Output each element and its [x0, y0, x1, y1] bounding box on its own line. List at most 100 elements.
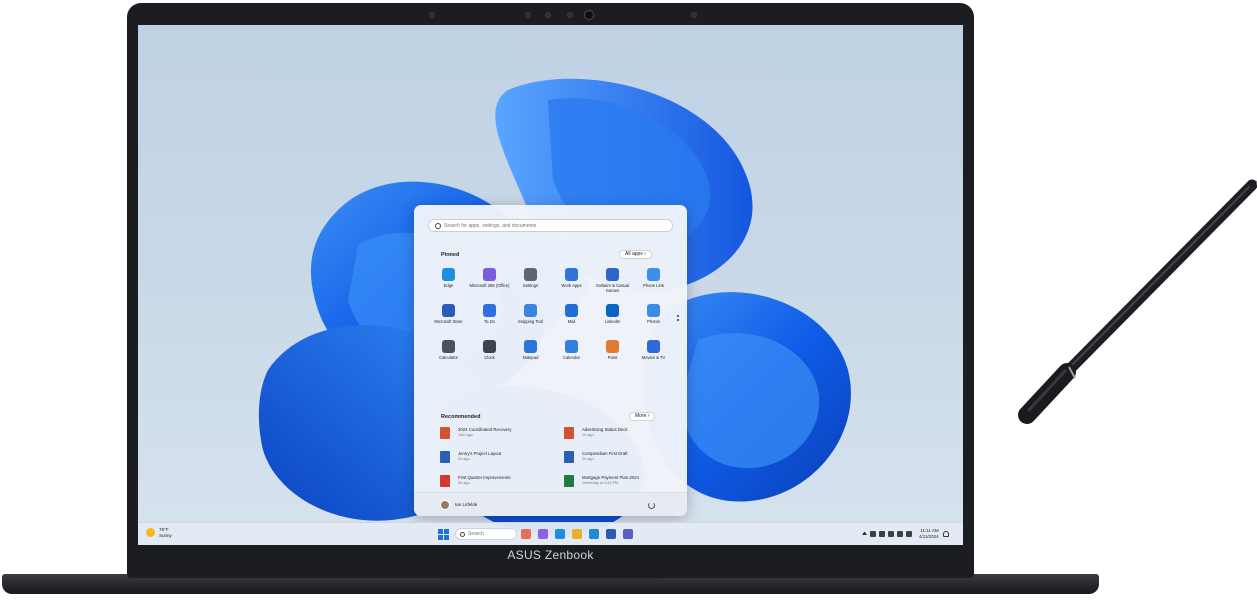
gear-icon: [524, 268, 537, 281]
start-search-input[interactable]: [444, 222, 664, 229]
recommended-item[interactable]: Jenny's Project Layout 2h ago: [440, 451, 564, 467]
pinned-app-label: Microsoft 365 (Office): [469, 283, 510, 288]
product-photo: Pinned All apps › Edge Microsoft 365 (Off…: [0, 0, 1257, 601]
sun-icon: [146, 528, 155, 537]
taskbar-search-box[interactable]: [455, 528, 517, 540]
file-explorer-icon[interactable]: [572, 529, 582, 539]
pinned-app[interactable]: Notepad: [510, 340, 551, 372]
desktop-screen: Pinned All apps › Edge Microsoft 365 (Off…: [138, 25, 963, 545]
clock-date: 4/11/2024: [919, 533, 939, 539]
copilot-icon[interactable]: [538, 529, 548, 539]
chevron-up-icon[interactable]: [862, 532, 867, 535]
pinned-app[interactable]: Mail: [551, 304, 592, 336]
recommended-item[interactable]: Advertising Status Deck 1h ago: [564, 427, 680, 443]
apps-folder-icon: [565, 268, 578, 281]
pinned-app[interactable]: Phone Link: [633, 268, 674, 300]
pinned-app[interactable]: Snipping Tool: [510, 304, 551, 336]
recommended-time: Yesterday at 4:24 PM: [582, 481, 619, 485]
pinned-app-label: LinkedIn: [604, 319, 621, 324]
power-icon[interactable]: [648, 502, 655, 509]
windows-start-icon[interactable]: [438, 528, 449, 540]
pinned-app-label: To Do: [484, 319, 495, 324]
pinned-page-indicator[interactable]: [677, 315, 680, 323]
recommended-heading: Recommended: [441, 414, 481, 420]
pinned-heading: Pinned: [441, 252, 460, 258]
clock-icon: [483, 340, 496, 353]
recommended-item[interactable]: 2024 Coordinated Recovery 10m ago: [440, 427, 564, 443]
pinned-app[interactable]: Edge: [428, 268, 469, 300]
notepad-icon: [524, 340, 537, 353]
onedrive-icon[interactable]: [879, 530, 885, 537]
browser-icon[interactable]: [589, 529, 599, 539]
recommended-time: 6h ago: [458, 481, 470, 485]
pinned-app[interactable]: Settings: [510, 268, 551, 300]
pinned-app[interactable]: Microsoft Store: [428, 304, 469, 336]
mail-icon: [565, 304, 578, 317]
paint-icon: [606, 340, 619, 353]
battery-icon[interactable]: [906, 530, 912, 537]
excel-file-icon: [564, 475, 574, 487]
pinned-app-label: Photos: [646, 319, 661, 324]
edge-icon: [442, 268, 455, 281]
more-button[interactable]: More ›: [629, 412, 656, 421]
calculator-icon: [442, 340, 455, 353]
taskbar: 78°F Sunny Search 11:11 AM 4/11/2024: [138, 522, 963, 545]
film-icon: [647, 340, 660, 353]
recommended-list: 2024 Coordinated Recovery 10m ago Advertis…: [440, 427, 680, 491]
pinned-app[interactable]: Calculator: [428, 340, 469, 372]
recommended-item[interactable]: Compendium First Draft 2h ago: [564, 451, 680, 467]
pinned-app-label: Notepad: [522, 355, 539, 360]
pinned-app-label: Phone Link: [643, 283, 664, 288]
wifi-icon[interactable]: [888, 530, 894, 537]
pinned-app[interactable]: Work Apps: [551, 268, 592, 300]
weather-widget[interactable]: 78°F Sunny: [146, 527, 172, 538]
widgets-icon[interactable]: [521, 529, 531, 539]
recommended-time: 2h ago: [582, 457, 594, 461]
word-file-icon: [564, 451, 574, 463]
start-search-box[interactable]: [428, 219, 673, 232]
sensor-dot: [429, 12, 435, 18]
pinned-app-label: Paint: [607, 355, 618, 360]
checkmark-icon: [483, 304, 496, 317]
avatar[interactable]: [440, 500, 450, 510]
edge-icon[interactable]: [555, 529, 565, 539]
powerpoint-file-icon: [564, 427, 574, 439]
pinned-app-label: Solitaire & Casual Games: [595, 283, 630, 293]
pinned-app[interactable]: Calendar: [551, 340, 592, 372]
pinned-app[interactable]: Paint: [592, 340, 633, 372]
search-icon: [435, 222, 441, 229]
brand-logo: ASUS Zenbook: [507, 548, 594, 562]
pinned-app-label: Calculator: [439, 355, 458, 360]
sensor-dot: [545, 12, 551, 18]
all-apps-button[interactable]: All apps ›: [619, 250, 652, 259]
volume-icon[interactable]: [897, 530, 903, 537]
pinned-app[interactable]: Solitaire & Casual Games: [592, 268, 633, 300]
cloud-icon[interactable]: [870, 530, 876, 537]
store-icon[interactable]: [606, 529, 616, 539]
pinned-app[interactable]: Photos: [633, 304, 674, 336]
recommended-item[interactable]: Mortgage Payment Plan 2024 Yesterday at 4…: [564, 475, 680, 491]
taskbar-search-input[interactable]: [468, 531, 512, 537]
clock[interactable]: 11:11 AM 4/11/2024: [919, 528, 939, 539]
clock-time: 11:11 AM: [920, 528, 939, 533]
word-file-icon: [440, 451, 450, 463]
teams-icon[interactable]: [623, 529, 633, 539]
pinned-app[interactable]: Clock: [469, 340, 510, 372]
user-name[interactable]: Ian Lirfelde: [455, 502, 477, 507]
notification-bell-icon[interactable]: [942, 530, 949, 537]
camera-bar: [127, 9, 974, 21]
pinned-app[interactable]: Movies & TV: [633, 340, 674, 372]
taskbar-center: [438, 528, 640, 540]
pinned-app[interactable]: To Do: [469, 304, 510, 336]
cards-icon: [606, 268, 619, 281]
pinned-app[interactable]: LinkedIn: [592, 304, 633, 336]
pinned-app[interactable]: Microsoft 365 (Office): [469, 268, 510, 300]
pinned-apps-grid: Edge Microsoft 365 (Office) Settings Work A…: [428, 268, 676, 372]
pinned-app-label: Work Apps: [561, 283, 582, 288]
photos-icon: [647, 304, 660, 317]
pinned-app-label: Microsoft Store: [434, 319, 463, 324]
pinned-app-label: Settings: [522, 283, 539, 288]
weather-condition: Sunny: [159, 532, 172, 538]
scissors-icon: [524, 304, 537, 317]
recommended-item[interactable]: First Quarter Improvements 6h ago: [440, 475, 564, 491]
